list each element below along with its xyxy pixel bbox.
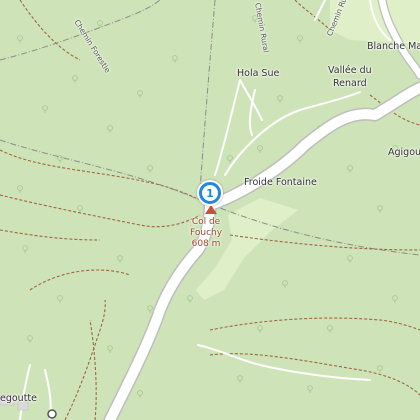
place-label-egoutte: egoutte: [0, 393, 38, 404]
place-label-blanche: Blanche Ma: [367, 41, 420, 52]
marker-number: 1: [202, 185, 218, 201]
col-line-2: Fouchy: [190, 228, 223, 238]
waypoint-dot: [47, 409, 57, 419]
map-view[interactable]: Blanche Ma Hola Sue Vallée du Renard Agi…: [0, 0, 420, 420]
map-layer: [0, 0, 420, 420]
place-label-hola-sue: Hola Sue: [237, 68, 280, 79]
place-label-agigou: Agigou: [388, 147, 420, 158]
vallee-line-1: Vallée du: [328, 65, 372, 76]
col-line-1: Col de: [191, 217, 221, 227]
location-marker[interactable]: 1: [197, 180, 223, 206]
place-label-froide-fontaine: Froide Fontaine: [244, 177, 317, 188]
place-label-col: Col de Fouchy 608 m: [190, 217, 222, 250]
place-label-vallee: Vallée du Renard: [328, 64, 372, 90]
vallee-line-2: Renard: [332, 78, 367, 89]
col-elevation: 608 m: [191, 239, 221, 249]
